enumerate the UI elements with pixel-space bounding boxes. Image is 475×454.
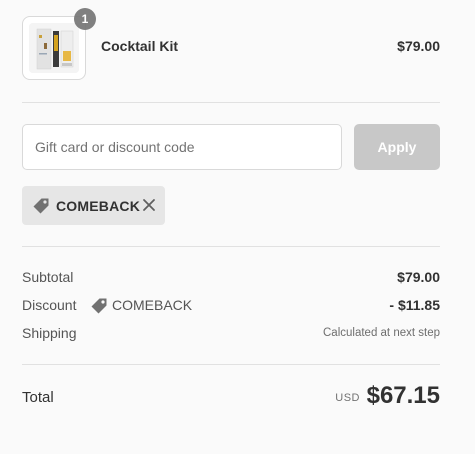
line-item: 1 Cocktail Kit $79.00 xyxy=(22,8,440,80)
quantity-badge: 1 xyxy=(74,8,96,30)
apply-button[interactable]: Apply xyxy=(354,124,440,170)
discount-value: - $11.85 xyxy=(389,297,440,313)
tag-icon xyxy=(32,197,50,220)
product-price: $79.00 xyxy=(397,38,440,54)
applied-discount-tag: COMEBACK xyxy=(22,186,165,225)
shipping-value: Calculated at next step xyxy=(323,327,440,339)
discount-label: Discount xyxy=(22,297,77,313)
divider xyxy=(22,102,440,103)
divider xyxy=(22,246,440,247)
divider xyxy=(22,364,440,365)
shipping-label: Shipping xyxy=(22,325,77,341)
remove-discount-button[interactable] xyxy=(139,195,159,215)
discount-code-input[interactable] xyxy=(22,124,342,170)
tag-icon xyxy=(90,297,108,320)
total-label: Total xyxy=(22,389,54,406)
product-thumbnail: 1 xyxy=(22,8,96,80)
close-icon xyxy=(143,199,155,211)
applied-code-label: COMEBACK xyxy=(56,198,141,214)
total-amount: $67.15 xyxy=(366,382,440,409)
product-image xyxy=(29,23,79,73)
subtotal-value: $79.00 xyxy=(397,269,440,285)
product-name: Cocktail Kit xyxy=(101,38,179,54)
discount-code-label: COMEBACK xyxy=(112,297,193,313)
subtotal-label: Subtotal xyxy=(22,269,74,285)
currency-code: USD xyxy=(335,392,360,404)
